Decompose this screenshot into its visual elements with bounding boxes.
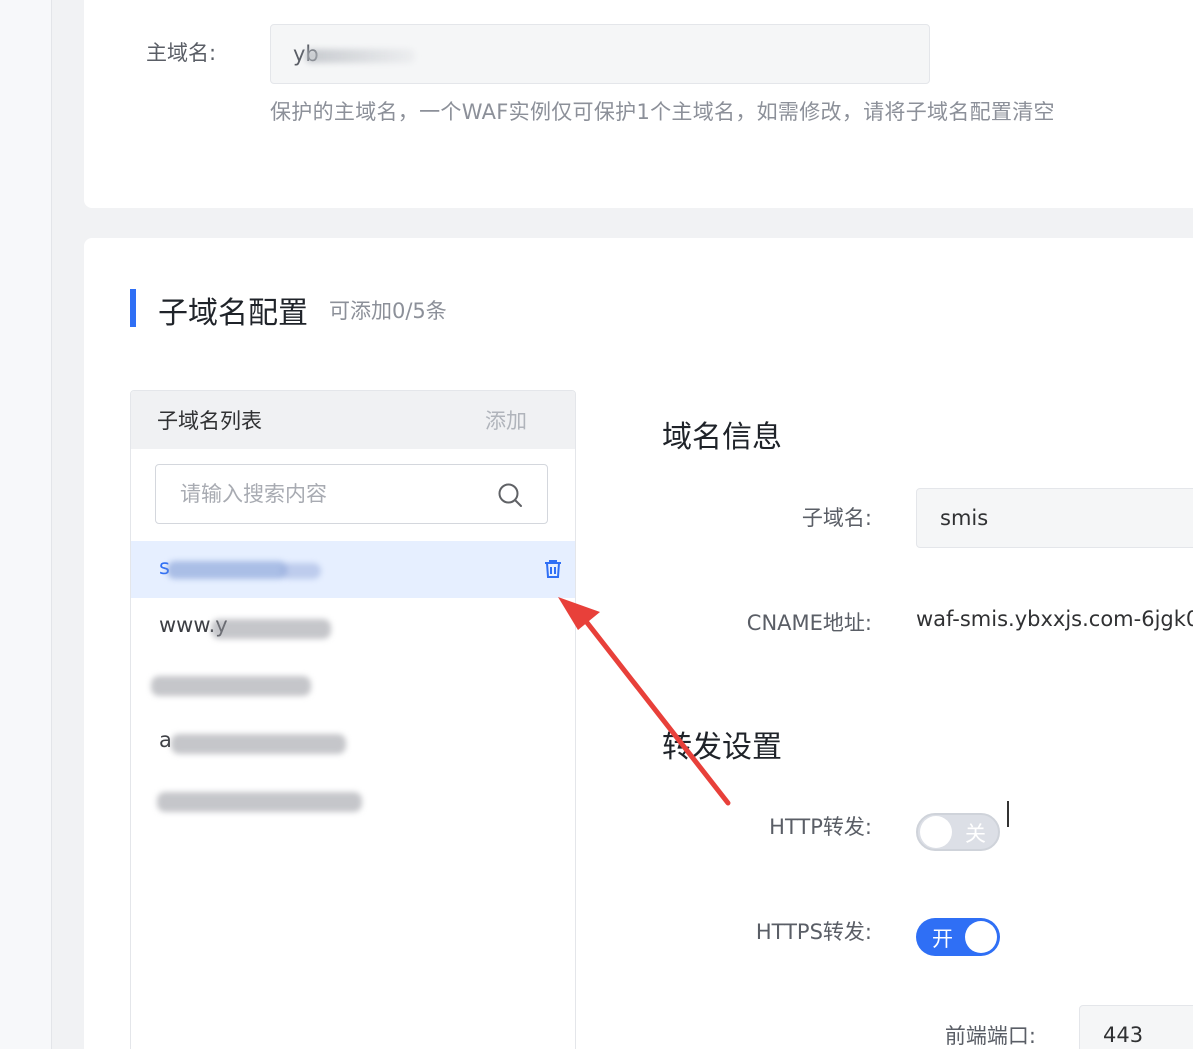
add-subdomain-button[interactable]: 添加 <box>485 405 527 435</box>
redacted-smear <box>151 676 311 696</box>
search-icon[interactable] <box>497 482 523 508</box>
subdomain-label: 子域名: <box>801 506 872 530</box>
main-domain-input[interactable]: yb <box>270 24 930 84</box>
forward-settings-title: 转发设置 <box>662 730 782 765</box>
main-domain-hint: 保护的主域名，一个WAF实例仅可保护1个主域名，如需修改，请将子域名配置清空 <box>270 100 1055 124</box>
redacted-smear <box>157 792 362 812</box>
toggle-state-text: 开 <box>932 927 953 951</box>
subdomain-list-header: 子域名列表 添加 <box>131 391 575 449</box>
subdomain-search-input[interactable]: 请输入搜索内容 <box>155 464 548 524</box>
subdomain-list-item[interactable] <box>131 772 575 829</box>
http-forward-toggle[interactable]: 关 <box>916 813 1000 851</box>
section-subtitle: 可添加0/5条 <box>329 299 447 323</box>
section-title: 子域名配置 <box>158 296 308 331</box>
toggle-knob <box>965 921 997 953</box>
domain-info-title: 域名信息 <box>662 420 782 455</box>
frontend-port-label: 前端端口: <box>944 1024 1036 1048</box>
subdomain-list-item[interactable]: a <box>131 714 575 771</box>
subdomain-item-text: a <box>159 728 172 752</box>
left-rail <box>0 0 52 1049</box>
toggle-state-text: 关 <box>965 822 986 846</box>
frontend-port-input[interactable]: 443 <box>1079 1005 1193 1049</box>
https-forward-label: HTTPS转发: <box>755 920 872 944</box>
delete-icon[interactable] <box>541 557 565 581</box>
text-cursor <box>1007 801 1009 827</box>
http-forward-label: HTTP转发: <box>769 815 872 839</box>
search-placeholder: 请输入搜索内容 <box>180 482 327 506</box>
cname-value: waf-smis.ybxxjs.com-6jgk0 <box>916 607 1193 631</box>
redacted-smear <box>211 619 331 639</box>
subdomain-list-item[interactable] <box>131 656 575 713</box>
subdomain-list-item[interactable]: s <box>131 541 575 598</box>
redacted-smear <box>305 49 415 63</box>
https-forward-toggle[interactable]: 开 <box>916 918 1000 956</box>
subdomain-list-item[interactable]: www.y <box>131 599 575 656</box>
section-accent-bar <box>130 289 136 327</box>
cname-label: CNAME地址: <box>746 611 872 635</box>
subdomain-list-panel: 子域名列表 添加 请输入搜索内容 s www.y a <box>130 390 576 1049</box>
redacted-smear <box>281 563 321 579</box>
redacted-smear <box>167 561 287 579</box>
toggle-knob <box>920 816 952 848</box>
subdomain-list-title: 子域名列表 <box>157 409 262 433</box>
subdomain-input[interactable]: smis <box>916 488 1193 548</box>
main-domain-label: 主域名: <box>146 41 217 65</box>
redacted-smear <box>171 734 346 754</box>
